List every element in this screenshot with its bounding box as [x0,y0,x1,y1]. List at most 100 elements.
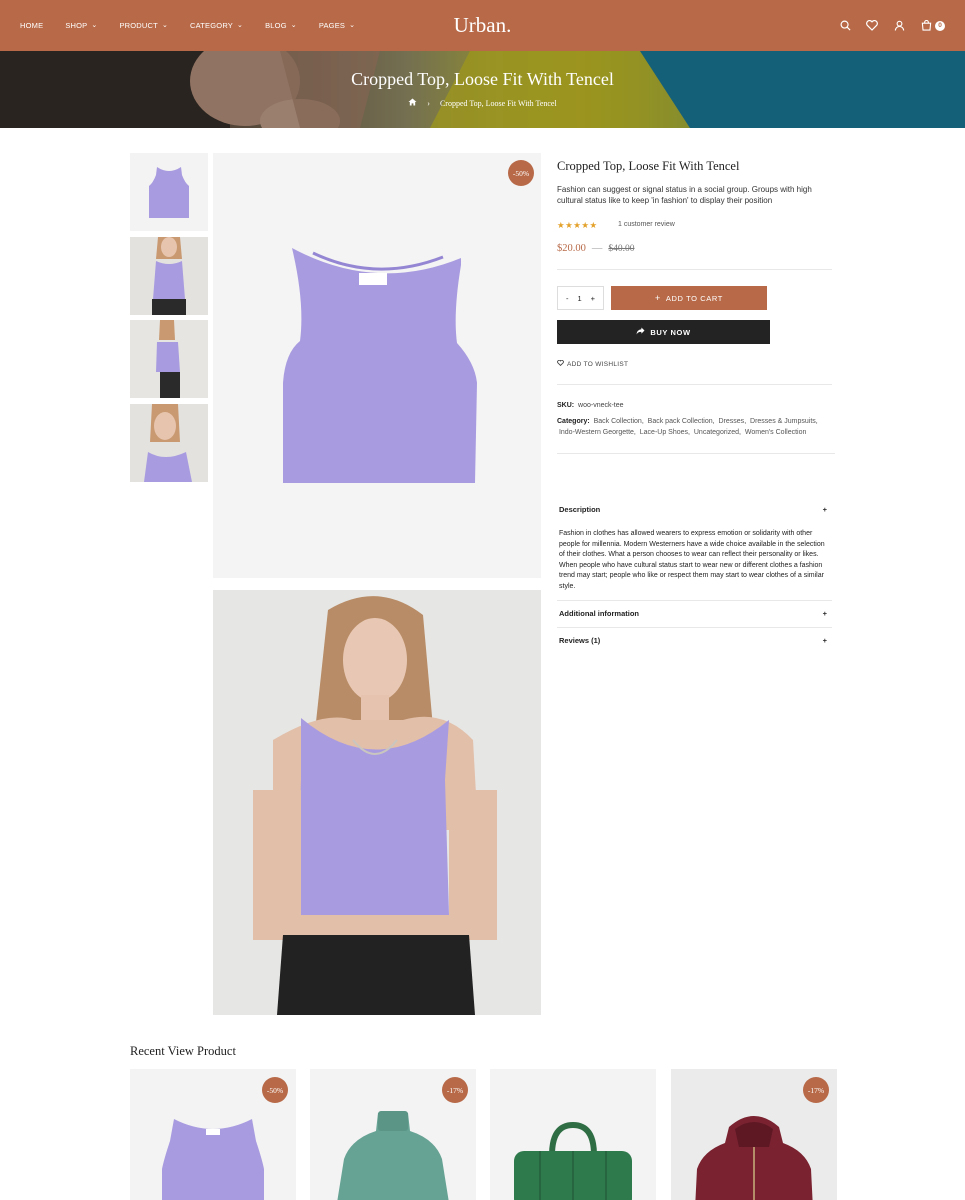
user-icon[interactable] [892,19,906,33]
qty-plus-button[interactable]: + [591,294,595,303]
thumbnail-4[interactable] [130,404,208,482]
thumbnail-3[interactable] [130,320,208,398]
accordion-additional-title: Additional information [559,609,639,618]
buy-now-button[interactable]: BUY NOW [557,320,770,344]
price-separator: — [591,243,603,254]
chevron-down-icon: ⌄ [290,21,297,29]
rating-stars: ★★★★★ [557,220,598,230]
product-title: Cropped Top, Loose Fit With Tencel [557,159,740,173]
cart-button[interactable]: 0 [919,19,945,33]
nav-blog-label: BLOG [265,21,287,30]
recent-product-card[interactable]: -50% [130,1069,296,1200]
nav-shop-label: SHOP [65,21,88,30]
category-link[interactable]: Dresses & Jumpsuits [750,418,816,425]
accordion-description[interactable]: Description + [559,505,827,514]
category-link[interactable]: Lace-Up Shoes [640,429,688,436]
regular-price: $40.00 [608,243,635,254]
sale-price: $20.00 [557,243,586,254]
buy-now-label: BUY NOW [650,327,691,337]
thumbnail-2[interactable] [130,237,208,315]
model-side-image [156,320,180,398]
home-icon[interactable] [408,98,417,108]
puffer-bag-image [514,1121,632,1200]
chevron-down-icon: ⌄ [349,21,356,29]
nav-home-label: HOME [20,21,44,30]
quantity-stepper[interactable]: - 1 + [557,286,604,310]
nav-shop[interactable]: SHOP ⌄ [65,21,97,30]
nav-category-label: CATEGORY [190,21,234,30]
plus-icon: + [822,609,827,618]
sale-badge: -50% [508,160,534,186]
sku-label: SKU: [557,402,575,409]
price: $20.00 — $40.00 [557,243,635,254]
wishlist-label: ADD TO WISHLIST [567,360,629,368]
recent-product-card[interactable]: -17% [310,1069,476,1200]
description-text: Fashion in clothes has allowed wearers t… [559,530,825,590]
qty-value[interactable]: 1 [577,294,581,303]
accordion-reviews-title: Reviews (1) [559,636,601,645]
main-nav: HOME SHOP ⌄ PRODUCT ⌄ CATEGORY ⌄ BLOG ⌄ PAGE… [20,0,377,51]
share-arrow-icon [636,327,645,337]
recent-product-card[interactable] [490,1069,656,1200]
accordion-reviews[interactable]: Reviews (1) + [559,636,827,645]
thumbnail-1[interactable] [130,153,208,231]
nav-product-label: PRODUCT [119,21,158,30]
model-closeup-image [144,404,192,482]
nav-pages[interactable]: PAGES ⌄ [319,21,355,30]
divider [557,384,832,385]
heart-icon [557,359,564,368]
tank-top-image [283,248,477,483]
main-product-image[interactable]: -50% [213,153,541,578]
add-to-wishlist-link[interactable]: ADD TO WISHLIST [557,359,629,368]
divider [557,600,832,601]
chevron-down-icon: ⌄ [91,21,98,29]
sku-row: SKU: woo-vneck-tee [557,400,624,411]
model-image [152,237,186,315]
model-image [253,596,497,1015]
category-link[interactable]: Back Collection [594,418,642,425]
sku-value: woo-vneck-tee [578,402,624,409]
model-product-image[interactable] [213,590,541,1015]
header-icons: 0 [838,0,945,51]
breadcrumb-current: Cropped Top, Loose Fit With Tencel [439,98,557,108]
divider [557,453,835,454]
add-to-cart-button[interactable]: + ADD TO CART [611,286,767,310]
banner-title: Cropped Top, Loose Fit With Tencel [351,69,614,89]
recent-view-title: Recent View Product [130,1044,236,1058]
accordion-additional-info[interactable]: Additional information + [559,609,827,618]
add-to-cart-label: ADD TO CART [665,293,723,303]
divider [557,269,832,270]
search-icon[interactable] [838,19,852,33]
cart-count-badge: 0 [935,20,945,31]
nav-product[interactable]: PRODUCT ⌄ [119,21,168,30]
qty-minus-button[interactable]: - [566,294,569,303]
sale-badge: -50% [262,1077,288,1103]
chevron-right-icon: › [427,98,430,108]
category-label: Category: [557,418,590,425]
chevron-down-icon: ⌄ [161,21,169,29]
plus-icon: + [655,293,661,303]
category-link[interactable]: Indo-Western Georgette [559,429,634,436]
nav-category[interactable]: CATEGORY ⌄ [190,21,243,30]
category-link[interactable]: Back pack Collection [648,418,713,425]
heart-icon[interactable] [865,19,879,33]
nav-blog[interactable]: BLOG ⌄ [265,21,297,30]
category-link[interactable]: Women's Collection [745,429,807,436]
category-link[interactable]: Dresses [719,418,745,425]
cart-icon [919,19,933,33]
product-short-description: Fashion can suggest or signal status in … [557,185,812,205]
category-link[interactable]: Uncategorized [694,429,739,436]
sale-badge: -17% [803,1077,829,1103]
breadcrumb: › Cropped Top, Loose Fit With Tencel [0,98,965,108]
nav-home[interactable]: HOME [20,21,43,30]
customer-review-link[interactable]: 1 customer review [618,221,675,228]
tank-top-image [149,167,189,218]
page-banner: Cropped Top, Loose Fit With Tencel › Cro… [0,51,965,128]
chevron-down-icon: ⌄ [237,21,244,29]
site-header: HOME SHOP ⌄ PRODUCT ⌄ CATEGORY ⌄ BLOG ⌄ PAGE… [0,0,965,51]
site-logo[interactable]: Urban. [454,13,512,37]
plus-icon: + [822,636,827,645]
sale-badge: -17% [442,1077,468,1103]
nav-pages-label: PAGES [318,21,346,30]
recent-product-card[interactable]: -17% [671,1069,837,1200]
